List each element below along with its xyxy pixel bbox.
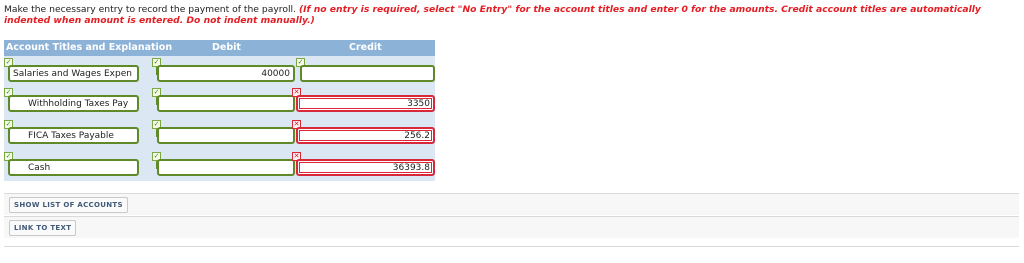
credit-field[interactable]: 36393.8: [296, 159, 435, 176]
header-credit: Credit: [349, 42, 382, 53]
account-title-value: Withholding Taxes Pay: [28, 99, 129, 109]
credit-value: 36393.8: [392, 163, 430, 173]
credit-value: 3350: [407, 99, 430, 109]
account-title-field[interactable]: Withholding Taxes Pay: [8, 95, 139, 112]
show-list-of-accounts-button[interactable]: SHOW LIST OF ACCOUNTS: [9, 197, 128, 213]
account-title-value: FICA Taxes Payable: [28, 131, 114, 141]
debit-field[interactable]: [157, 95, 295, 112]
table-row: ✓ FICA Taxes Payable ✓ ✕ 256.2: [4, 120, 435, 152]
button-bar: LINK TO TEXT: [4, 216, 1019, 238]
credit-field[interactable]: 3350: [296, 95, 435, 112]
debit-field[interactable]: 40000: [157, 65, 295, 82]
header-account: Account Titles and Explanation: [6, 42, 173, 53]
divider: [4, 246, 1019, 247]
link-to-text-button[interactable]: LINK TO TEXT: [9, 220, 77, 236]
debit-field[interactable]: [157, 127, 295, 144]
credit-field[interactable]: 256.2: [296, 127, 435, 144]
header-debit: Debit: [212, 42, 241, 53]
credit-field[interactable]: [300, 65, 435, 82]
debit-value: 40000: [261, 69, 290, 79]
account-title-value: Salaries and Wages Expen: [13, 69, 132, 79]
journal-entry-table: Account Titles and Explanation Debit Cre…: [4, 40, 435, 181]
instructions: Make the necessary entry to record the p…: [4, 4, 1016, 26]
table-row: ✓ Salaries and Wages Expen ✓ 40000 ✓: [4, 58, 435, 90]
table-header: Account Titles and Explanation Debit Cre…: [4, 40, 435, 56]
account-title-field[interactable]: Cash: [8, 159, 139, 176]
button-bar: SHOW LIST OF ACCOUNTS: [4, 193, 1019, 215]
account-title-field[interactable]: FICA Taxes Payable: [8, 127, 139, 144]
account-title-value: Cash: [28, 163, 51, 173]
instructions-main: Make the necessary entry to record the p…: [4, 4, 299, 15]
debit-field[interactable]: [157, 159, 295, 176]
table-row: ✓ Cash ✓ ✕ 36393.8: [4, 152, 435, 184]
table-row: ✓ Withholding Taxes Pay ✓ ✕ 3350: [4, 88, 435, 120]
account-title-field[interactable]: Salaries and Wages Expen: [8, 65, 139, 82]
credit-value: 256.2: [404, 131, 430, 141]
